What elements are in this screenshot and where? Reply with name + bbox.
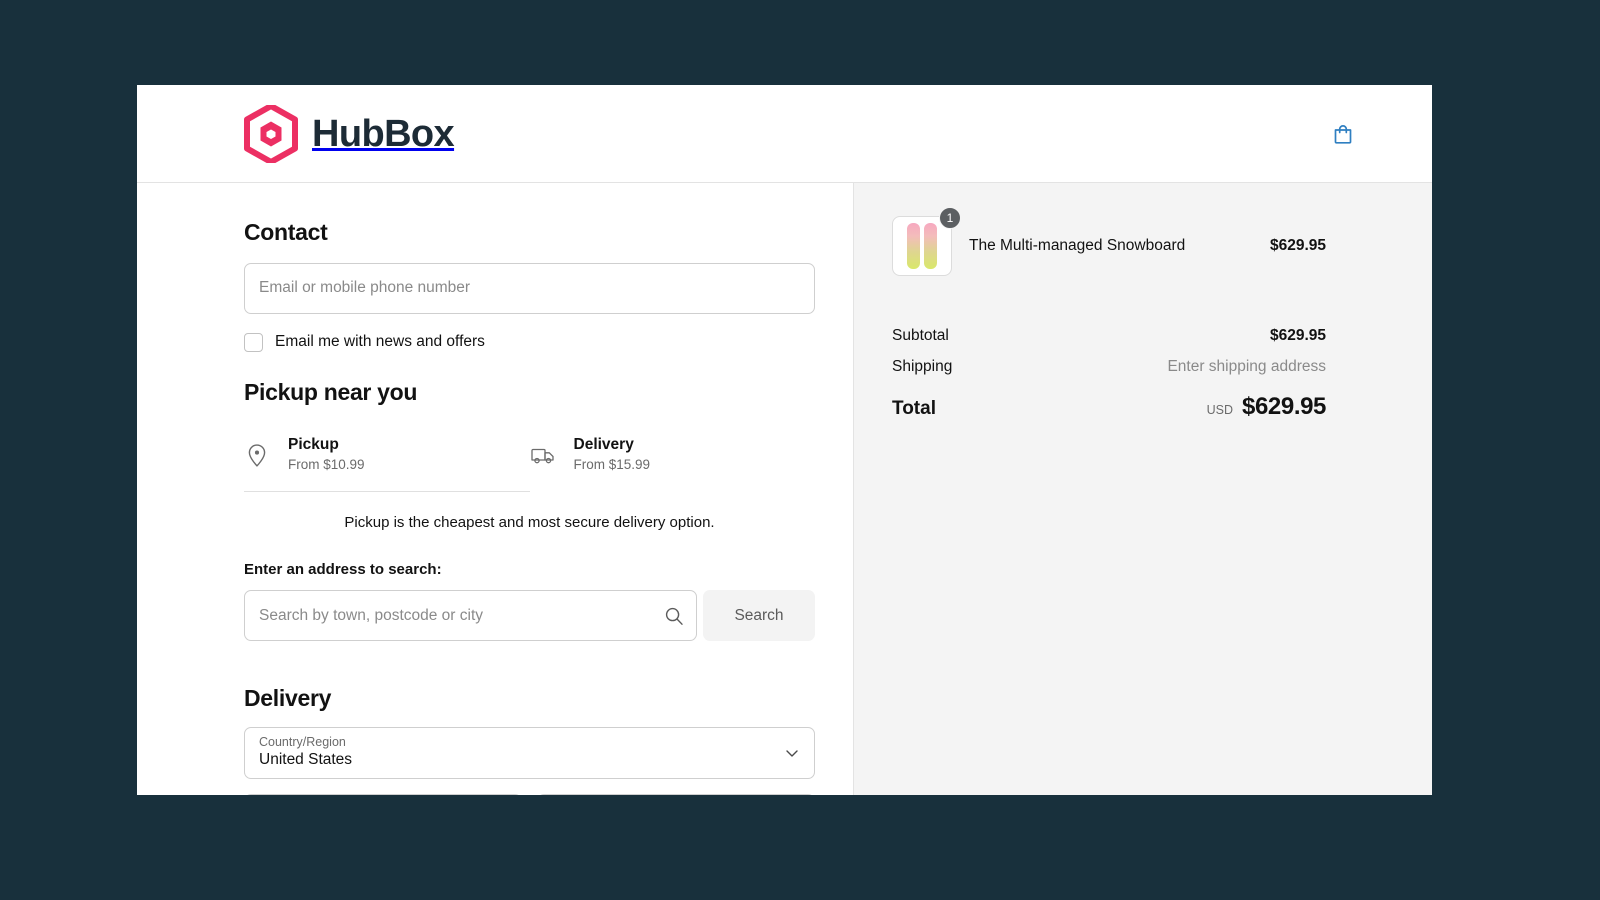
contact-heading: Contact	[244, 219, 815, 247]
country-region-select[interactable]: Country/Region United States	[244, 727, 815, 779]
delivery-truck-icon	[530, 442, 556, 468]
search-icon[interactable]	[664, 606, 684, 626]
country-region-value: United States	[259, 750, 800, 769]
snowboard-left	[907, 223, 920, 269]
address-search-input-wrap	[244, 590, 697, 641]
address-search-row: Search	[244, 590, 815, 641]
shipping-value: Enter shipping address	[1167, 358, 1326, 376]
shipping-row: Shipping Enter shipping address	[892, 358, 1326, 376]
subtotal-label: Subtotal	[892, 327, 949, 345]
hexagon-logo-icon	[244, 105, 298, 163]
line-item: 1 The Multi-managed Snowboard $629.95	[892, 216, 1326, 276]
grand-total-row: Total USD $629.95	[892, 393, 1326, 421]
subtotal-value: $629.95	[1270, 327, 1326, 345]
checkout-window: HubBox Contact Email me with news and of…	[137, 85, 1432, 795]
last-name-input[interactable]	[537, 794, 815, 795]
name-fields-row	[244, 794, 815, 795]
grand-total-label: Total	[892, 398, 936, 420]
chevron-down-icon	[784, 745, 800, 761]
cart-button[interactable]	[1326, 117, 1360, 151]
address-search-button[interactable]: Search	[703, 590, 815, 641]
snowboard-right	[924, 223, 937, 269]
map-pin-icon	[244, 442, 270, 468]
subtotal-row: Subtotal $629.95	[892, 327, 1326, 345]
order-line-items: 1 The Multi-managed Snowboard $629.95	[892, 216, 1326, 276]
method-tab-delivery-texts: Delivery From $15.99	[574, 436, 651, 473]
grand-total-amount: $629.95	[1242, 393, 1326, 421]
method-name: Delivery	[574, 436, 651, 453]
first-name-input[interactable]	[244, 794, 522, 795]
newsletter-label: Email me with news and offers	[275, 333, 485, 351]
method-tab-pickup-texts: Pickup From $10.99	[288, 436, 365, 473]
line-item-price: $629.95	[1270, 237, 1326, 255]
grand-total-right: USD $629.95	[1207, 393, 1326, 421]
shopping-bag-icon	[1331, 122, 1355, 146]
checkout-form-column: Contact Email me with news and offers Pi…	[137, 183, 853, 795]
delivery-method-tabs: Pickup From $10.99 Delivery From $15.99	[244, 424, 815, 492]
brand-name: HubBox	[312, 115, 454, 153]
line-item-quantity-badge: 1	[939, 207, 961, 229]
brand-logo-link[interactable]: HubBox	[244, 105, 454, 163]
method-name: Pickup	[288, 436, 365, 453]
grand-total-currency: USD	[1207, 403, 1233, 417]
address-search-input[interactable]	[244, 590, 697, 641]
newsletter-checkbox-row[interactable]: Email me with news and offers	[244, 333, 815, 352]
order-summary-panel: 1 The Multi-managed Snowboard $629.95 Su…	[853, 183, 1432, 795]
line-item-thumb-wrap: 1	[892, 216, 952, 276]
method-tab-pickup[interactable]: Pickup From $10.99	[244, 424, 530, 492]
site-header: HubBox	[137, 85, 1432, 183]
email-input[interactable]	[244, 263, 815, 314]
checkout-body: Contact Email me with news and offers Pi…	[137, 183, 1432, 795]
pickup-note: Pickup is the cheapest and most secure d…	[244, 514, 815, 531]
pickup-heading: Pickup near you	[244, 379, 815, 407]
method-tab-delivery[interactable]: Delivery From $15.99	[530, 424, 816, 492]
country-region-label: Country/Region	[259, 735, 800, 751]
delivery-heading: Delivery	[244, 685, 815, 713]
method-price: From $15.99	[574, 458, 651, 473]
address-search-label: Enter an address to search:	[244, 561, 815, 578]
shipping-label: Shipping	[892, 358, 952, 376]
line-item-title: The Multi-managed Snowboard	[969, 237, 1253, 255]
newsletter-checkbox[interactable]	[244, 333, 263, 352]
method-price: From $10.99	[288, 458, 365, 473]
email-field-wrap	[244, 263, 815, 314]
order-totals: Subtotal $629.95 Shipping Enter shipping…	[892, 327, 1326, 421]
